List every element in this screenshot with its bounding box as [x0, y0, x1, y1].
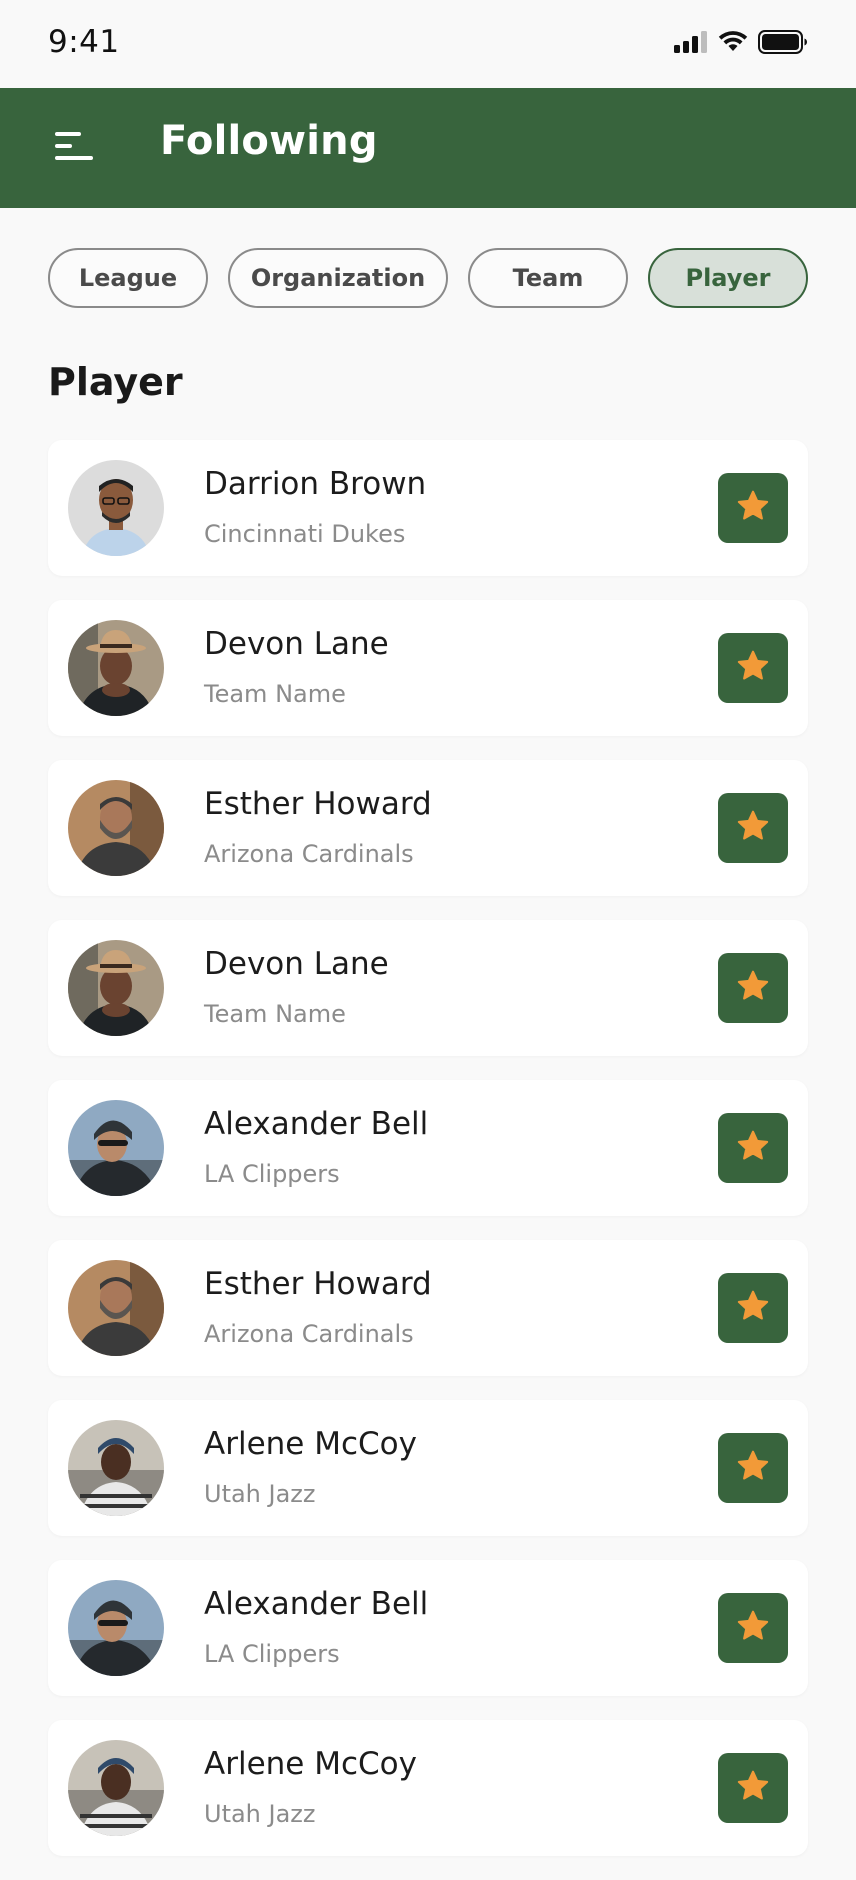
- menu-button[interactable]: [50, 124, 98, 172]
- player-team: LA Clippers: [204, 1640, 340, 1668]
- favorite-button[interactable]: [718, 633, 788, 703]
- player-card[interactable]: Arlene McCoy Utah Jazz: [48, 1400, 808, 1536]
- filter-chip-player[interactable]: Player: [648, 248, 808, 308]
- status-icons: [674, 30, 808, 58]
- star-icon: [735, 1768, 771, 1808]
- player-card[interactable]: Devon Lane Team Name: [48, 600, 808, 736]
- star-icon: [735, 1448, 771, 1488]
- player-name: Devon Lane: [204, 946, 389, 982]
- favorite-button[interactable]: [718, 1753, 788, 1823]
- avatar: [68, 780, 164, 876]
- cellular-signal-icon: [674, 31, 708, 57]
- player-name: Darrion Brown: [204, 466, 427, 502]
- star-icon: [735, 1608, 771, 1648]
- menu-icon: [53, 129, 95, 167]
- favorite-button[interactable]: [718, 473, 788, 543]
- wifi-icon: [718, 31, 748, 57]
- player-card[interactable]: Esther Howard Arizona Cardinals: [48, 1240, 808, 1376]
- favorite-button[interactable]: [718, 1273, 788, 1343]
- player-name: Devon Lane: [204, 626, 389, 662]
- star-icon: [735, 1128, 771, 1168]
- star-icon: [735, 808, 771, 848]
- filter-chip-league[interactable]: League: [48, 248, 208, 308]
- player-card[interactable]: Alexander Bell LA Clippers: [48, 1080, 808, 1216]
- player-team: Utah Jazz: [204, 1480, 316, 1508]
- player-card[interactable]: Devon Lane Team Name: [48, 920, 808, 1056]
- player-card[interactable]: Esther Howard Arizona Cardinals: [48, 760, 808, 896]
- avatar: [68, 940, 164, 1036]
- player-name: Arlene McCoy: [204, 1426, 417, 1462]
- avatar: [68, 1740, 164, 1836]
- avatar: [68, 460, 164, 556]
- filter-chips: League Organization Team Player: [48, 248, 808, 308]
- app-header: Following: [0, 88, 856, 208]
- player-team: Arizona Cardinals: [204, 1320, 414, 1348]
- favorite-button[interactable]: [718, 1593, 788, 1663]
- star-icon: [735, 648, 771, 688]
- player-name: Arlene McCoy: [204, 1746, 417, 1782]
- player-team: Team Name: [204, 1000, 346, 1028]
- page-title: Following: [160, 118, 378, 164]
- star-icon: [735, 1288, 771, 1328]
- battery-icon: [758, 30, 808, 58]
- player-card[interactable]: Darrion Brown Cincinnati Dukes: [48, 440, 808, 576]
- player-name: Esther Howard: [204, 1266, 432, 1302]
- player-card[interactable]: Arlene McCoy Utah Jazz: [48, 1720, 808, 1856]
- status-bar: 9:41: [0, 0, 856, 88]
- star-icon: [735, 488, 771, 528]
- filter-chip-team[interactable]: Team: [468, 248, 628, 308]
- favorite-button[interactable]: [718, 1433, 788, 1503]
- favorite-button[interactable]: [718, 793, 788, 863]
- star-icon: [735, 968, 771, 1008]
- avatar: [68, 1260, 164, 1356]
- player-team: Arizona Cardinals: [204, 840, 414, 868]
- avatar: [68, 1580, 164, 1676]
- player-team: Utah Jazz: [204, 1800, 316, 1828]
- favorite-button[interactable]: [718, 1113, 788, 1183]
- player-name: Esther Howard: [204, 786, 432, 822]
- avatar: [68, 1100, 164, 1196]
- section-title: Player: [48, 360, 183, 404]
- player-card[interactable]: Alexander Bell LA Clippers: [48, 1560, 808, 1696]
- player-list: Darrion Brown Cincinnati Dukes Devon Lan…: [48, 440, 808, 1880]
- filter-chip-organization[interactable]: Organization: [228, 248, 448, 308]
- player-name: Alexander Bell: [204, 1586, 429, 1622]
- avatar: [68, 1420, 164, 1516]
- player-team: Cincinnati Dukes: [204, 520, 406, 548]
- player-team: Team Name: [204, 680, 346, 708]
- avatar: [68, 620, 164, 716]
- status-time: 9:41: [48, 24, 120, 60]
- favorite-button[interactable]: [718, 953, 788, 1023]
- player-team: LA Clippers: [204, 1160, 340, 1188]
- player-name: Alexander Bell: [204, 1106, 429, 1142]
